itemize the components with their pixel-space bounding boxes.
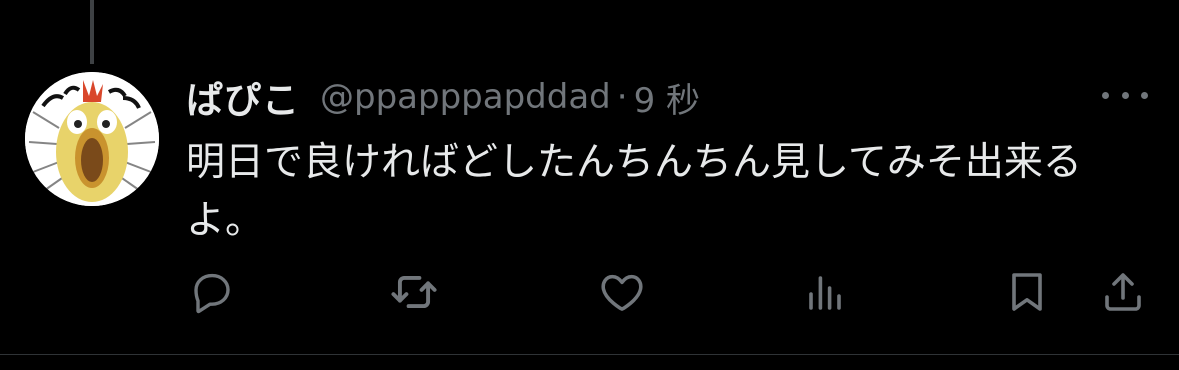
views-button[interactable]: [799, 266, 851, 318]
avatar-image: [25, 72, 159, 206]
retweet-icon: [391, 275, 437, 309]
share-button[interactable]: [1097, 266, 1149, 318]
reply-button[interactable]: [186, 266, 238, 318]
divider: [0, 354, 1179, 355]
more-dot: [1141, 91, 1148, 99]
share-icon: [1105, 273, 1141, 311]
bookmark-button[interactable]: [1001, 266, 1053, 318]
header-separator: ·: [616, 77, 628, 117]
tweet-header: ぱぴこ @ppapppapddad · 9 秒: [186, 72, 700, 122]
thread-connector-line: [90, 0, 94, 64]
like-button[interactable]: [596, 266, 648, 318]
user-handle[interactable]: @ppapppapddad: [320, 77, 611, 117]
display-name[interactable]: ぱぴこ: [186, 70, 300, 124]
avatar[interactable]: [25, 72, 159, 206]
analytics-icon: [809, 276, 841, 310]
more-dot: [1121, 91, 1129, 99]
more-dot: [1102, 91, 1109, 99]
reply-icon: [194, 273, 230, 314]
timestamp[interactable]: 9 秒: [634, 73, 700, 122]
tweet-text: 明日で良ければどしたんちんちん見してみそ出来るよ。: [186, 140, 1082, 243]
heart-icon: [601, 274, 643, 311]
more-icon[interactable]: [1102, 84, 1148, 106]
bookmark-icon: [1012, 273, 1042, 311]
retweet-button[interactable]: [388, 266, 440, 318]
